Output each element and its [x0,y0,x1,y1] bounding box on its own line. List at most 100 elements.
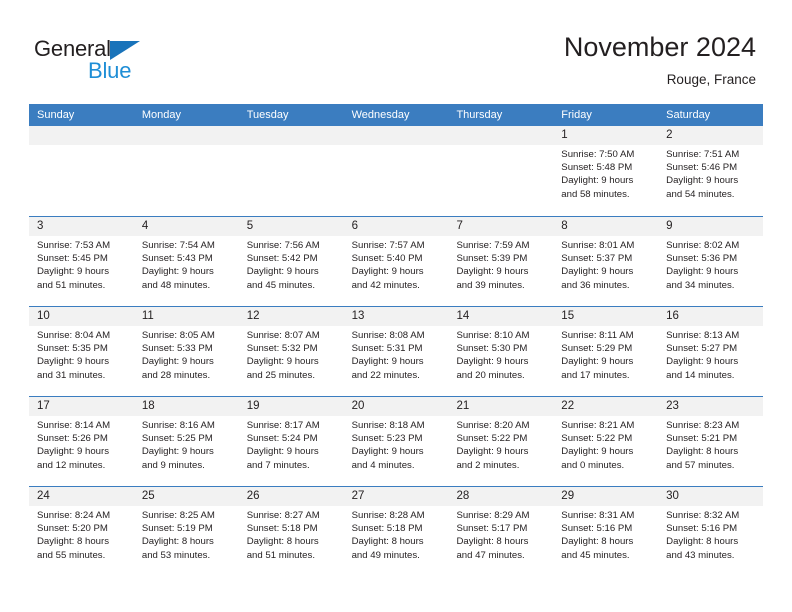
day-cell[interactable]: 22 Sunrise: 8:21 AM Sunset: 5:22 PM Dayligh… [553,397,659,486]
title-block: November 2024 Rouge, France [564,30,756,90]
day-cell[interactable]: 8 Sunrise: 8:01 AM Sunset: 5:37 PM Daylight… [553,217,659,306]
day-detail-line: Sunset: 5:37 PM [561,253,633,265]
day-detail-line: Sunset: 5:16 PM [561,523,633,535]
day-number: 28 [448,487,554,506]
day-details: Sunrise: 8:07 AM Sunset: 5:32 PM Daylight:… [239,326,344,382]
day-number: 24 [29,487,134,506]
day-detail-line: and 54 minutes. [666,188,735,200]
day-cell[interactable]: 7 Sunrise: 7:59 AM Sunset: 5:39 PM Daylight… [448,217,554,306]
day-detail-line: Sunset: 5:40 PM [351,253,423,265]
day-cell[interactable]: 17 Sunrise: 8:14 AM Sunset: 5:26 PM Dayligh… [29,397,134,486]
day-detail-line: Sunrise: 8:05 AM [141,330,215,341]
day-cell[interactable]: 27 Sunrise: 8:28 AM Sunset: 5:18 PM Dayligh… [343,487,449,576]
day-detail-line: Sunset: 5:17 PM [456,523,528,535]
day-number: 22 [553,397,659,416]
day-detail-line: Sunrise: 7:50 AM [561,149,635,160]
day-cell[interactable]: 15 Sunrise: 8:11 AM Sunset: 5:29 PM Dayligh… [553,307,659,396]
day-cell[interactable]: 28 Sunrise: 8:29 AM Sunset: 5:17 PM Dayligh… [448,487,554,576]
day-details: Sunrise: 8:01 AM Sunset: 5:37 PM Daylight:… [553,236,658,292]
day-cell[interactable]: 12 Sunrise: 8:07 AM Sunset: 5:32 PM Dayligh… [238,307,344,396]
weekday-header-sunday: Sunday [37,109,75,121]
day-cell[interactable]: 1 Sunrise: 7:50 AM Sunset: 5:48 PM Daylight… [553,126,659,216]
day-cell[interactable]: 13 Sunrise: 8:08 AM Sunset: 5:31 PM Dayligh… [343,307,449,396]
day-number: 16 [658,307,764,326]
day-detail-line: and 53 minutes. [141,549,211,561]
day-number: 8 [553,217,659,236]
day-details [239,145,344,148]
day-detail-line: Sunset: 5:29 PM [561,343,633,355]
day-cell[interactable]: 26 Sunrise: 8:27 AM Sunset: 5:18 PM Dayligh… [238,487,344,576]
day-cell[interactable]: 16 Sunrise: 8:13 AM Sunset: 5:27 PM Dayligh… [658,307,764,396]
day-number: 7 [448,217,554,236]
day-details: Sunrise: 8:25 AM Sunset: 5:19 PM Daylight:… [134,506,239,562]
day-number: 14 [448,307,554,326]
day-detail-line: Sunrise: 8:01 AM [561,240,635,251]
day-cell[interactable]: 5 Sunrise: 7:56 AM Sunset: 5:42 PM Daylight… [238,217,344,306]
day-detail-line: and 31 minutes. [37,369,106,381]
day-cell[interactable]: 2 Sunrise: 7:51 AM Sunset: 5:46 PM Daylight… [658,126,764,216]
day-detail-line: Sunrise: 8:10 AM [456,330,530,341]
day-cell-empty [448,126,554,216]
page-subtitle: Rouge, France [666,72,756,87]
day-details: Sunrise: 8:18 AM Sunset: 5:23 PM Daylight:… [344,416,449,472]
day-detail-line: Daylight: 9 hours [351,356,424,368]
day-number: 3 [29,217,134,236]
day-cell[interactable]: 20 Sunrise: 8:18 AM Sunset: 5:23 PM Dayligh… [343,397,449,486]
day-detail-line: Sunrise: 7:54 AM [141,240,215,251]
day-detail-line: Sunset: 5:30 PM [456,343,528,355]
day-cell[interactable]: 30 Sunrise: 8:32 AM Sunset: 5:16 PM Dayligh… [658,487,764,576]
day-detail-line: and 20 minutes. [456,369,525,381]
day-details: Sunrise: 7:51 AM Sunset: 5:46 PM Daylight:… [658,145,763,201]
day-detail-line: Sunset: 5:18 PM [246,523,318,535]
page-header: General Blue November 2024 Rouge, France [0,0,792,96]
day-number: 26 [238,487,344,506]
day-details: Sunrise: 8:17 AM Sunset: 5:24 PM Daylight:… [239,416,344,472]
day-details [448,145,553,148]
day-cell[interactable]: 21 Sunrise: 8:20 AM Sunset: 5:22 PM Dayligh… [448,397,554,486]
day-cell[interactable]: 3 Sunrise: 7:53 AM Sunset: 5:45 PM Daylight… [29,217,134,306]
day-detail-line: Daylight: 9 hours [37,446,109,458]
day-number: 1 [553,126,659,145]
day-details: Sunrise: 8:20 AM Sunset: 5:22 PM Daylight:… [448,416,553,472]
day-cell[interactable]: 23 Sunrise: 8:23 AM Sunset: 5:21 PM Dayligh… [658,397,764,486]
day-detail-line: Sunset: 5:16 PM [666,523,738,535]
day-detail-line: Sunrise: 8:11 AM [561,330,634,341]
day-detail-line: Daylight: 9 hours [246,356,319,368]
day-cell[interactable]: 18 Sunrise: 8:16 AM Sunset: 5:25 PM Dayligh… [133,397,239,486]
day-details: Sunrise: 8:27 AM Sunset: 5:18 PM Daylight:… [239,506,344,562]
day-cell[interactable]: 14 Sunrise: 8:10 AM Sunset: 5:30 PM Dayligh… [448,307,554,396]
day-cell[interactable]: 25 Sunrise: 8:25 AM Sunset: 5:19 PM Dayligh… [133,487,239,576]
day-detail-line: Sunrise: 7:53 AM [37,240,111,251]
day-details: Sunrise: 8:28 AM Sunset: 5:18 PM Daylight:… [344,506,449,562]
day-detail-line: and 57 minutes. [666,459,735,471]
day-cell[interactable]: 11 Sunrise: 8:05 AM Sunset: 5:33 PM Dayligh… [133,307,239,396]
day-cell-empty [238,126,344,216]
day-number: 19 [238,397,344,416]
weekday-header-tuesday: Tuesday [246,109,289,121]
day-detail-line: Sunrise: 8:32 AM [666,510,740,521]
day-number: 11 [133,307,239,326]
day-detail-line: Daylight: 9 hours [666,175,739,187]
calendar-grid: Sunday Monday Tuesday Wednesday Thursday Frid… [29,104,764,576]
day-detail-line: Sunrise: 8:16 AM [141,420,215,431]
day-detail-line: Daylight: 9 hours [561,356,634,368]
day-details: Sunrise: 8:13 AM Sunset: 5:27 PM Daylight:… [658,326,763,382]
day-cell[interactable]: 9 Sunrise: 8:02 AM Sunset: 5:36 PM Daylight… [658,217,764,306]
day-cell[interactable]: 6 Sunrise: 7:57 AM Sunset: 5:40 PM Daylight… [343,217,449,306]
day-cell[interactable]: 24 Sunrise: 8:24 AM Sunset: 5:20 PM Dayligh… [29,487,134,576]
day-detail-line: Daylight: 9 hours [37,356,109,368]
day-details: Sunrise: 8:11 AM Sunset: 5:29 PM Daylight:… [553,326,658,382]
logo[interactable]: General Blue [34,36,214,88]
day-detail-line: Daylight: 9 hours [141,266,214,278]
day-number: 25 [133,487,239,506]
day-detail-line: Daylight: 9 hours [141,356,214,368]
day-details: Sunrise: 8:04 AM Sunset: 5:35 PM Daylight:… [29,326,134,382]
day-cell[interactable]: 29 Sunrise: 8:31 AM Sunset: 5:16 PM Dayligh… [553,487,659,576]
day-cell[interactable]: 19 Sunrise: 8:17 AM Sunset: 5:24 PM Dayligh… [238,397,344,486]
day-detail-line: and 17 minutes. [561,369,630,381]
day-cell[interactable]: 10 Sunrise: 8:04 AM Sunset: 5:35 PM Dayligh… [29,307,134,396]
day-number: 13 [343,307,449,326]
day-detail-line: Daylight: 9 hours [246,446,319,458]
day-cell[interactable]: 4 Sunrise: 7:54 AM Sunset: 5:43 PM Daylight… [133,217,239,306]
day-detail-line: Sunrise: 8:25 AM [141,510,215,521]
